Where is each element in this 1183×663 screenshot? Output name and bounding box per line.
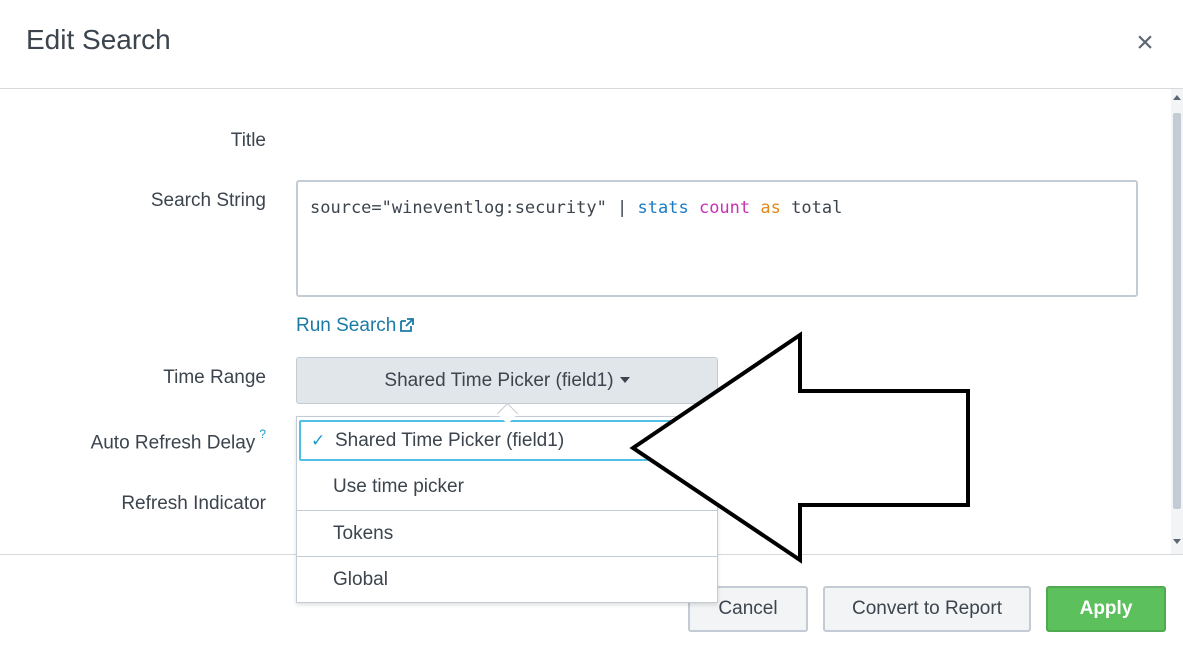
spl-field: total (791, 198, 843, 218)
refresh-indicator-label: Refresh Indicator (121, 493, 266, 514)
run-search-link[interactable]: Run Search (296, 315, 415, 338)
checkmark-icon: ✓ (311, 431, 326, 450)
scroll-up-icon[interactable] (1173, 95, 1181, 100)
menu-item-label: Global (333, 569, 388, 590)
menu-item-label: Tokens (333, 523, 394, 544)
title-label: Title (230, 130, 266, 151)
search-string-input[interactable]: source="wineventlog:security" | stats co… (296, 180, 1138, 297)
menu-item-label: Shared Time Picker (field1) (335, 430, 565, 451)
convert-to-report-button[interactable]: Convert to Report (823, 586, 1031, 632)
time-range-value: Shared Time Picker (field1) (384, 370, 614, 391)
arrow-left-icon (629, 331, 970, 564)
spl-function: count (698, 198, 751, 218)
run-search-label: Run Search (296, 315, 397, 336)
menu-item-label: Use time picker (333, 476, 464, 497)
scroll-thumb[interactable] (1173, 113, 1181, 509)
auto-refresh-label-text: Auto Refresh Delay (90, 432, 256, 454)
external-link-icon (400, 316, 415, 338)
time-range-label: Time Range (163, 367, 266, 388)
scrollbar[interactable] (1171, 89, 1183, 554)
dialog-header: Edit Search × (0, 0, 1183, 89)
spl-command: stats (637, 198, 689, 218)
search-string-label: Search String (150, 190, 266, 211)
help-icon[interactable]: ? (259, 427, 266, 441)
apply-button[interactable]: Apply (1046, 586, 1166, 632)
close-icon[interactable]: × (1130, 26, 1160, 60)
spl-keyword: as (760, 198, 781, 218)
auto-refresh-label: Auto Refresh Delay? (16, 427, 266, 454)
dialog-title: Edit Search (26, 24, 171, 55)
spl-source: source="wineventlog:security" | (310, 198, 638, 218)
scroll-down-icon[interactable] (1173, 539, 1181, 544)
